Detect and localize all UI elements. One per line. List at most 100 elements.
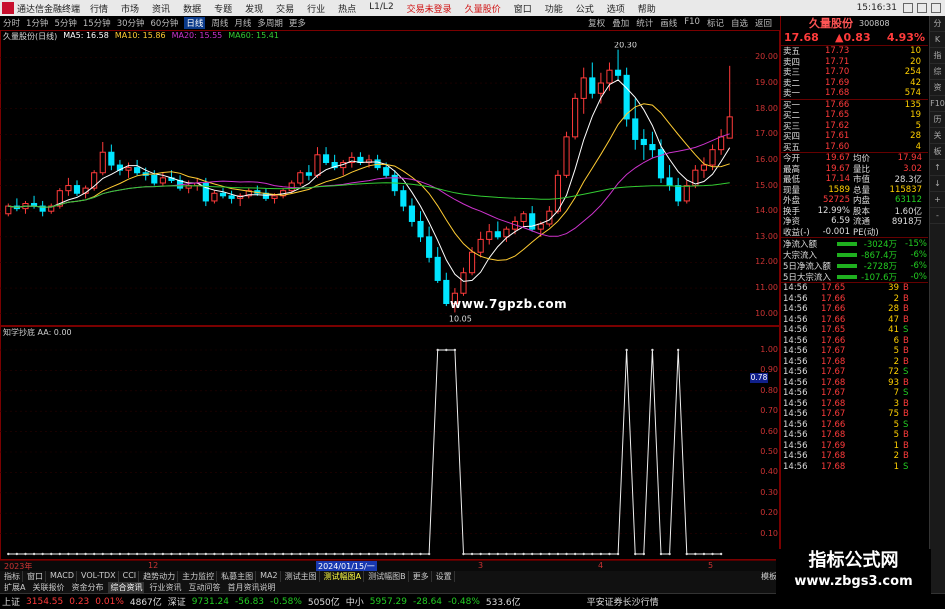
sidebar-button[interactable]: + xyxy=(930,192,945,208)
tab[interactable]: 趋势动力 xyxy=(141,571,179,582)
indicator-point xyxy=(178,552,182,556)
close-icon[interactable] xyxy=(931,3,941,13)
info-tab[interactable]: 资金分布 xyxy=(69,582,105,593)
tick-row: 14:56 17.67 5 B xyxy=(781,346,928,357)
sidebar-button[interactable]: 历 xyxy=(930,112,945,128)
period-button[interactable]: 1分钟 xyxy=(26,17,48,29)
sidebar-button[interactable]: ↑ xyxy=(930,160,945,176)
period-button[interactable]: 分时 xyxy=(3,17,20,29)
menu-item[interactable]: 公式 xyxy=(576,2,594,15)
ask-row[interactable]: 卖一 17.68 574 xyxy=(781,88,928,99)
tick-row: 14:56 17.65 41 S xyxy=(781,325,928,336)
menu-item[interactable]: 行业 xyxy=(307,2,325,15)
menu-item[interactable]: L1/L2 xyxy=(369,2,394,15)
menu-item[interactable]: 专题 xyxy=(214,2,232,15)
indicator-chart[interactable] xyxy=(0,340,750,558)
maximize-icon[interactable] xyxy=(917,3,927,13)
sidebar-button[interactable]: 关 xyxy=(930,128,945,144)
sidebar-button[interactable]: 分 xyxy=(930,16,945,32)
tab[interactable]: 测试幅图B xyxy=(366,571,409,582)
menu-item[interactable]: 功能 xyxy=(545,2,563,15)
sidebar-button[interactable]: 板 xyxy=(930,144,945,160)
period-button[interactable]: 月线 xyxy=(234,17,251,29)
tab[interactable]: 窗口 xyxy=(25,571,46,582)
tab-active[interactable]: 测试幅图A xyxy=(322,571,365,582)
tool-button[interactable]: 自选 xyxy=(731,17,748,29)
period-button[interactable]: 多周期 xyxy=(257,17,283,29)
sidebar-button[interactable]: ↓ xyxy=(930,176,945,192)
menu-item[interactable]: 数据 xyxy=(183,2,201,15)
tick-list[interactable]: 14:56 17.65 39 B 14:56 17.66 2 B 14:56 17.66 28 B 14… xyxy=(781,283,928,472)
broker-label[interactable]: 平安证券长沙行情 xyxy=(587,595,659,608)
tool-button[interactable]: 叠加 xyxy=(612,17,629,29)
candle xyxy=(383,167,390,176)
tool-button[interactable]: 复权 xyxy=(588,17,605,29)
sidebar-button[interactable]: K xyxy=(930,32,945,48)
menu-item[interactable]: 资讯 xyxy=(152,2,170,15)
period-button[interactable]: 60分钟 xyxy=(151,17,179,29)
tab[interactable]: 设置 xyxy=(434,571,455,582)
tick-cell: 14:56 xyxy=(783,419,808,430)
menu-item[interactable]: 热点 xyxy=(338,2,356,15)
tool-button[interactable]: 标记 xyxy=(707,17,724,29)
kline-chart[interactable]: 20.30 10.05 xyxy=(0,42,750,324)
tab[interactable]: MA2 xyxy=(258,571,281,582)
sh-label[interactable]: 上证 xyxy=(2,595,20,608)
tab[interactable]: CCI xyxy=(121,571,140,582)
indicator-point xyxy=(342,552,345,556)
sidebar-button[interactable]: 资 xyxy=(930,80,945,96)
tab[interactable]: 主力监控 xyxy=(180,571,218,582)
tool-button[interactable]: F10 xyxy=(684,17,700,29)
tick-cell: 17.69 xyxy=(821,440,846,451)
period-button[interactable]: 30分钟 xyxy=(117,17,145,29)
tab[interactable]: 指标 xyxy=(2,571,23,582)
indicator-point xyxy=(204,552,208,556)
tab[interactable]: 更多 xyxy=(411,571,432,582)
tab[interactable]: MACD xyxy=(48,571,77,582)
info-tab[interactable]: 首月资讯说明 xyxy=(225,582,277,593)
indicator-point xyxy=(324,552,328,556)
tab[interactable]: 测试主图 xyxy=(283,571,320,582)
tab[interactable]: VOL-TDX xyxy=(79,571,119,582)
period-button[interactable]: 周线 xyxy=(211,17,228,29)
indicator-point xyxy=(281,552,285,556)
sh-percent: 0.01% xyxy=(95,596,124,607)
menu-item[interactable]: 发现 xyxy=(245,2,263,15)
sidebar-button[interactable]: - xyxy=(930,208,945,224)
bid-row-p: 17.60 xyxy=(825,141,850,152)
menu-item[interactable]: 选项 xyxy=(607,2,625,15)
period-button-daily[interactable]: 日线 xyxy=(184,17,206,29)
candle xyxy=(606,69,613,84)
info-tab[interactable]: 关联报价 xyxy=(30,582,66,593)
indicator-point xyxy=(470,552,474,556)
period-button[interactable]: 更多 xyxy=(289,17,306,29)
tab[interactable]: 私募主图 xyxy=(219,571,257,582)
info-tab[interactable]: 互动问答 xyxy=(186,582,222,593)
bid-row[interactable]: 买五 17.60 4 xyxy=(781,142,928,153)
menu-item[interactable]: 交易 xyxy=(276,2,294,15)
sz-label[interactable]: 深证 xyxy=(168,595,186,608)
menu-item[interactable]: 行情 xyxy=(90,2,108,15)
sidebar-button[interactable]: 综 xyxy=(930,64,945,80)
menu-item[interactable]: 市场 xyxy=(121,2,139,15)
tick-cell: 17.66 xyxy=(821,314,846,325)
info-tab[interactable]: 行业资讯 xyxy=(147,582,183,593)
minimize-icon[interactable] xyxy=(903,3,913,13)
info-tab-active[interactable]: 综合资讯 xyxy=(108,582,145,593)
zx-label[interactable]: 中小 xyxy=(346,595,364,608)
stock-alert[interactable]: 久量股价 xyxy=(465,2,501,15)
period-button[interactable]: 5分钟 xyxy=(54,17,76,29)
info-tab[interactable]: 扩展A xyxy=(2,582,27,593)
tool-button[interactable]: 统计 xyxy=(636,17,653,29)
menu-item[interactable]: 帮助 xyxy=(638,2,656,15)
ask-row-v: 254 xyxy=(904,67,921,78)
sidebar-button[interactable]: 指 xyxy=(930,48,945,64)
indicator-point xyxy=(32,552,36,556)
tick-cell: 14:56 xyxy=(783,409,808,420)
trade-login-alert[interactable]: 交易未登录 xyxy=(407,2,452,15)
tool-button[interactable]: 画线 xyxy=(660,17,677,29)
menu-item[interactable]: 窗口 xyxy=(514,2,532,15)
period-button[interactable]: 15分钟 xyxy=(83,17,111,29)
sidebar-button[interactable]: F10 xyxy=(930,96,945,112)
tool-button[interactable]: 返回 xyxy=(755,17,772,29)
